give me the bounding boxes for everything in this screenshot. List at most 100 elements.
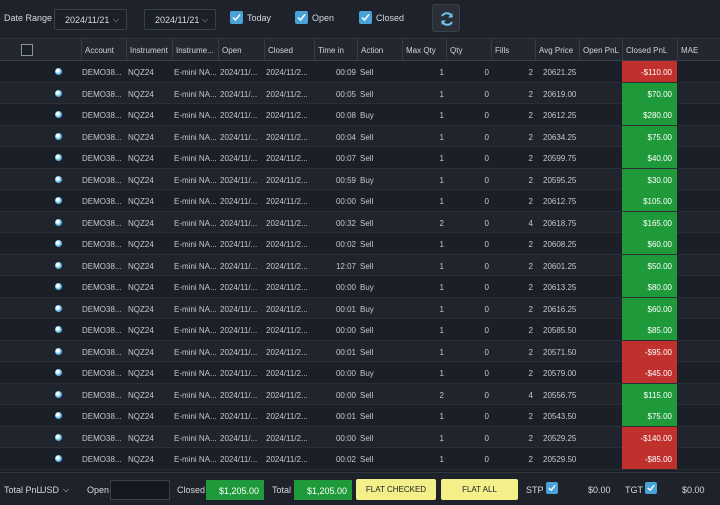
cell-open-pnl [579,126,619,147]
table-row[interactable]: DEMO38... NQZ24 E-mini NA... 2024/11/... 202… [0,319,720,341]
cell-qty: 0 [484,283,489,292]
column-header-account[interactable]: Account [81,39,126,61]
cell-fills: 2 [528,175,533,185]
cell-account: DEMO38... [82,412,122,421]
cell-fills: 2 [528,433,533,443]
column-header-open[interactable]: Open [218,39,264,61]
closed-checkbox[interactable] [359,11,372,24]
open-checkbox[interactable] [295,11,308,24]
checkmark-icon [548,484,556,492]
cell-time-in: 00:00 [335,197,356,206]
trades-table: Account Instrument Instrume... Open Clos… [0,38,720,470]
checkmark-icon [232,14,241,22]
tgt-checkbox[interactable] [645,482,657,494]
refresh-button[interactable] [432,4,460,32]
cell-closed-time: 2024/11/2... [266,154,308,163]
column-header-fills[interactable]: Fills [491,39,535,61]
cell-time-in: 00:09 [335,68,356,77]
table-row[interactable]: DEMO38... NQZ24 E-mini NA... 2024/11/... 202… [0,147,720,169]
cell-closed-pnl: $70.00 [622,82,677,104]
cell-account: DEMO38... [82,369,122,378]
cell-closed-time: 2024/11/2... [266,68,308,77]
table-row[interactable]: DEMO38... NQZ24 E-mini NA... 2024/11/... 202… [0,276,720,298]
cell-qty: 0 [484,390,489,400]
cell-instrument: NQZ24 [128,68,154,77]
column-header-mae[interactable]: MAE [677,39,720,61]
table-row[interactable]: DEMO38... NQZ24 E-mini NA... 2024/11/... 202… [0,233,720,255]
flat-all-button[interactable]: FLAT ALL [441,479,518,500]
cell-account: DEMO38... [82,433,122,443]
table-row[interactable]: DEMO38... NQZ24 E-mini NA... 2024/11/... 202… [0,190,720,212]
cell-time-in: 00:00 [335,326,356,335]
chevron-down-icon[interactable]: ⌵ [63,485,69,495]
cell-open-pnl [579,233,619,254]
column-header-action[interactable]: Action [357,39,402,61]
column-header-instrument-name[interactable]: Instrume... [172,39,218,61]
table-row[interactable]: DEMO38... NQZ24 E-mini NA... 2024/11/... 202… [0,104,720,126]
table-row[interactable]: DEMO38... NQZ24 E-mini NA... 2024/11/... 202… [0,82,720,104]
table-row[interactable]: DEMO38... NQZ24 E-mini NA... 2024/11/... 202… [0,362,720,384]
cell-avg-price: 20616.25 [543,304,577,314]
column-header-closed[interactable]: Closed [264,39,314,61]
open-label: Open [312,13,335,23]
refresh-icon [441,12,453,26]
cell-instrument: NQZ24 [128,369,154,378]
cell-max-qty: 1 [439,132,444,142]
select-all-checkbox[interactable] [21,44,33,56]
flat-checked-button[interactable]: FLAT CHECKED [356,479,436,500]
cell-max-qty: 1 [439,283,444,292]
table-row[interactable]: DEMO38... NQZ24 E-mini NA... 2024/11/... 202… [0,61,720,83]
cell-open-time: 2024/11/... [220,197,258,206]
closed-pnl-label: Closed [177,485,206,495]
table-row[interactable]: DEMO38... NQZ24 E-mini NA... 2024/11/... 202… [0,254,720,276]
cell-instrument: NQZ24 [128,175,154,185]
stp-value: $0.00 [588,485,611,495]
table-row[interactable]: DEMO38... NQZ24 E-mini NA... 2024/11/... 202… [0,383,720,405]
table-row[interactable]: DEMO38... NQZ24 E-mini NA... 2024/11/... 202… [0,168,720,190]
cell-action: Buy [360,369,374,378]
status-dot-icon [55,197,62,204]
cell-account: DEMO38... [82,89,122,99]
table-row[interactable]: DEMO38... NQZ24 E-mini NA... 2024/11/... 202… [0,448,720,470]
table-row[interactable]: DEMO38... NQZ24 E-mini NA... 2024/11/... 202… [0,211,720,233]
column-header-closed-pnl[interactable]: Closed PnL [622,39,677,61]
date-to-picker[interactable]: 2024/11/21 ⌵ [144,9,216,30]
column-header-instrument[interactable]: Instrument [126,39,172,61]
cell-closed-pnl: $280.00 [622,104,677,125]
column-header-qty[interactable]: Qty [446,39,491,61]
today-label: Today [247,13,272,23]
cell-instrument: NQZ24 [128,197,154,206]
cell-account: DEMO38... [82,132,122,142]
stp-checkbox[interactable] [546,482,558,494]
table-row[interactable]: DEMO38... NQZ24 E-mini NA... 2024/11/... 202… [0,426,720,448]
currency-select[interactable]: USD [40,485,59,495]
cell-account: DEMO38... [82,261,122,271]
cell-open-time: 2024/11/... [220,89,258,99]
cell-fills: 2 [528,154,533,163]
cell-closed-pnl: $165.00 [622,211,677,233]
table-row[interactable]: DEMO38... NQZ24 E-mini NA... 2024/11/... 202… [0,340,720,362]
cell-avg-price: 20613.25 [543,283,577,292]
column-header-open-pnl[interactable]: Open PnL [579,39,622,61]
column-header-max-qty[interactable]: Max Qty [402,39,446,61]
cell-fills: 4 [528,390,533,400]
cell-open-time: 2024/11/... [220,433,258,443]
column-header-time-in[interactable]: Time in [314,39,357,61]
table-row[interactable]: DEMO38... NQZ24 E-mini NA... 2024/11/... 202… [0,297,720,319]
cell-open-time: 2024/11/... [220,240,258,249]
cell-closed-pnl: $40.00 [622,147,677,168]
cell-open-pnl [579,362,619,383]
cell-closed-time: 2024/11/2... [266,326,308,335]
table-row[interactable]: DEMO38... NQZ24 E-mini NA... 2024/11/... 202… [0,125,720,147]
cell-max-qty: 1 [439,175,444,185]
open-pnl-field[interactable] [110,480,170,500]
date-from-picker[interactable]: 2024/11/21 ⌵ [54,9,127,30]
cell-action: Sell [360,347,374,357]
today-checkbox[interactable] [230,11,243,24]
cell-action: Sell [360,390,374,400]
column-header-avg-price[interactable]: Avg Price [535,39,579,61]
cell-open-pnl [579,341,619,362]
table-row[interactable]: DEMO38... NQZ24 E-mini NA... 2024/11/... 202… [0,405,720,427]
cell-instrument: NQZ24 [128,154,154,163]
status-dot-icon [55,455,62,462]
